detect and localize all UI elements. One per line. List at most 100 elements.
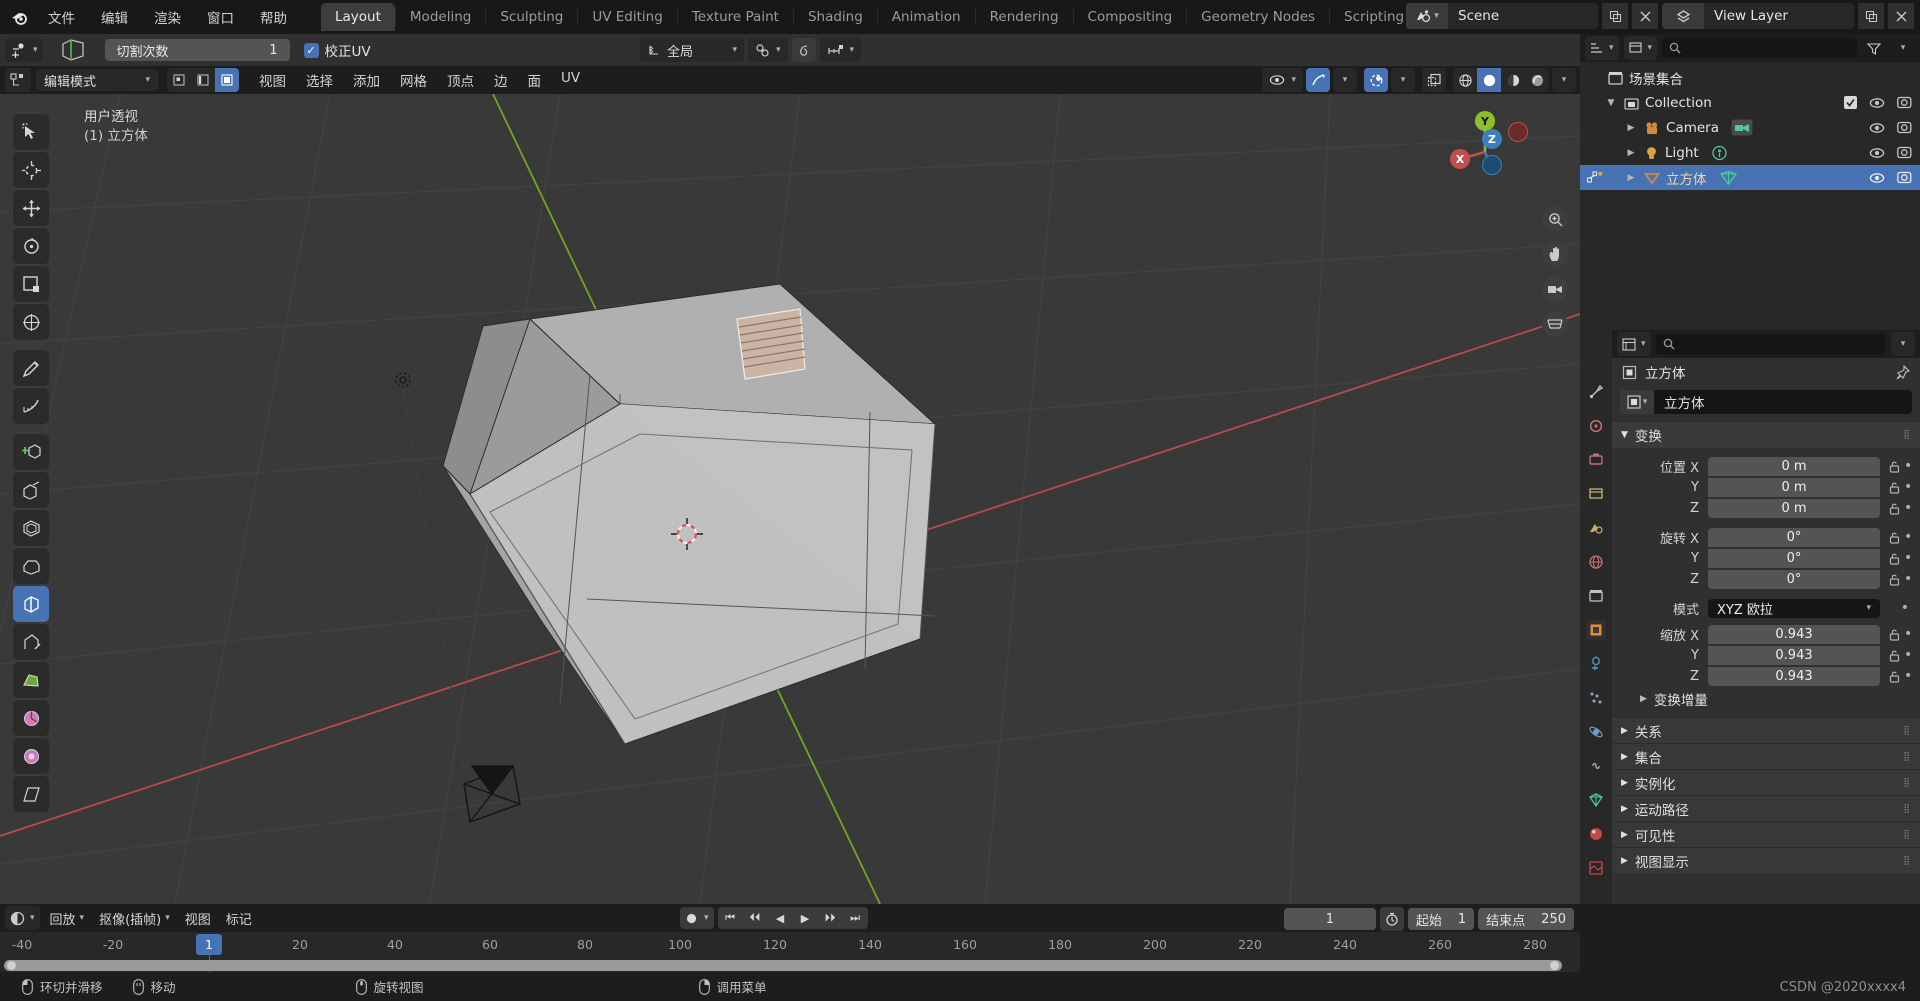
scene-selector[interactable]: ▾ Scene <box>1406 3 1598 29</box>
zoom-view-button[interactable] <box>1542 206 1568 232</box>
disable-in-render-icon[interactable] <box>1897 96 1912 109</box>
menu-file[interactable]: 文件 <box>36 4 87 30</box>
tool-tweak[interactable] <box>13 114 49 150</box>
pin-icon[interactable] <box>1895 364 1910 380</box>
object-name-field[interactable]: ▾ 立方体 <box>1620 390 1912 414</box>
view-layer-selector[interactable]: View Layer <box>1662 3 1854 29</box>
scrollbar-left-knob[interactable] <box>7 961 16 970</box>
menu-mesh[interactable]: 网格 <box>391 67 436 93</box>
gizmo-dropdown[interactable]: ▾ <box>1391 68 1415 92</box>
tab-world[interactable] <box>1586 552 1606 572</box>
relations-panel-header[interactable]: ▶ 关系 ⣿ <box>1612 717 1920 743</box>
blender-logo-icon[interactable] <box>6 4 32 30</box>
start-frame-field[interactable]: 起始 1 <box>1407 908 1475 930</box>
properties-search-input[interactable] <box>1655 334 1886 354</box>
3d-viewport[interactable]: 用户透视 (1) 立方体 Y Z X <box>0 94 1580 904</box>
properties-editor-type-button[interactable]: ▾ <box>1617 332 1651 356</box>
jump-to-start-button[interactable]: ⏮ <box>718 911 743 925</box>
outliner-display-mode[interactable]: ▾ <box>1623 36 1658 60</box>
correct-uv-checkbox[interactable]: ✓ 校正UV <box>303 40 371 60</box>
outliner-row-scene-collection[interactable]: 场景集合 <box>1580 65 1920 90</box>
animate-dot-icon[interactable]: • <box>1904 668 1912 684</box>
mesh-data-icon[interactable] <box>1719 170 1738 186</box>
gizmo-axis-neg-x[interactable] <box>1508 122 1528 142</box>
solid-shading[interactable] <box>1477 68 1501 92</box>
show-gizmo-toggle[interactable] <box>1364 68 1388 92</box>
playhead[interactable]: 1 <box>196 934 222 955</box>
tab-uv-editing[interactable]: UV Editing <box>577 3 676 31</box>
edge-select-mode[interactable] <box>191 68 215 92</box>
drag-handle-icon[interactable]: ⣿ <box>1903 778 1911 788</box>
tool-knife[interactable] <box>13 624 49 660</box>
play-reverse-button[interactable]: ◀ <box>768 912 793 925</box>
keying-dropdown[interactable]: 抠像(插帧) ▾ <box>94 906 175 930</box>
tool-inset[interactable] <box>13 510 49 546</box>
animate-dot-icon[interactable]: • <box>1904 529 1912 545</box>
menu-edit[interactable]: 编辑 <box>89 4 140 30</box>
menu-add[interactable]: 添加 <box>344 67 389 93</box>
material-preview-shading[interactable] <box>1501 68 1525 92</box>
tab-output[interactable] <box>1586 450 1606 470</box>
gizmo-axis-x[interactable]: X <box>1450 149 1470 169</box>
xray-toggle[interactable] <box>1306 68 1330 92</box>
properties-editor[interactable]: ▾ ▾ 立方体 ▾ 立方体 ▼ 变换 ⣿ 位置 X 0 m • Y 0 m • … <box>1580 330 1920 904</box>
tab-material[interactable] <box>1586 824 1606 844</box>
tab-scripting[interactable]: Scripting <box>1329 3 1418 31</box>
menu-uv[interactable]: UV <box>552 67 589 93</box>
tab-particles[interactable] <box>1586 688 1606 708</box>
toggle-perspective-button[interactable] <box>1542 311 1568 337</box>
tab-modeling[interactable]: Modeling <box>394 3 485 31</box>
gizmo-axis-z[interactable]: Z <box>1482 129 1502 149</box>
vertex-select-mode[interactable] <box>167 68 191 92</box>
expand-triangle-icon[interactable]: ▶ <box>1624 173 1638 183</box>
expand-triangle-icon[interactable]: ▶ <box>1624 148 1638 158</box>
timeline-ruler[interactable]: -40 -20 20 40 60 80 100 120 140 160 180 … <box>0 932 1580 975</box>
timeline-marker-menu[interactable]: 标记 <box>221 906 257 930</box>
hide-in-viewport-icon[interactable] <box>1869 97 1885 109</box>
transform-panel-header[interactable]: ▼ 变换 ⣿ <box>1612 422 1920 448</box>
tool-measure[interactable] <box>13 388 49 424</box>
tool-scale[interactable] <box>13 266 49 302</box>
location-x-value[interactable]: 0 m <box>1708 456 1880 476</box>
camera-view-button[interactable] <box>1542 276 1568 302</box>
wireframe-shading[interactable] <box>1453 68 1477 92</box>
collections-panel-header[interactable]: ▶ 集合 ⣿ <box>1612 743 1920 769</box>
outliner-editor-type-button[interactable]: ▾ <box>1585 36 1619 60</box>
object-name-value[interactable]: 立方体 <box>1654 390 1912 414</box>
delete-scene-button[interactable] <box>1632 3 1658 29</box>
animate-dot-icon[interactable]: • <box>1904 647 1912 663</box>
tab-texture-paint[interactable]: Texture Paint <box>676 3 793 31</box>
menu-select[interactable]: 选择 <box>297 67 342 93</box>
navigation-gizmo[interactable]: Y Z X <box>1442 109 1528 195</box>
pan-view-button[interactable] <box>1542 241 1568 267</box>
editor-type-button[interactable] <box>5 68 31 92</box>
gizmo-axis-y[interactable]: Y <box>1475 111 1495 131</box>
tool-add-cube[interactable] <box>13 434 49 470</box>
tool-move[interactable] <box>13 190 49 226</box>
tab-texture[interactable] <box>1586 858 1606 878</box>
scrollbar-right-knob[interactable] <box>1550 961 1559 970</box>
animate-dot-icon[interactable]: • <box>1901 600 1909 616</box>
outliner-row-collection[interactable]: ▼ Collection <box>1580 90 1920 115</box>
tab-scene[interactable] <box>1586 518 1606 538</box>
prev-keyframe-button[interactable]: ⏴⏴ <box>743 911 768 925</box>
shading-dropdown[interactable]: ▾ <box>1552 68 1576 92</box>
use-preview-range-button[interactable] <box>1379 907 1404 931</box>
current-frame-field[interactable]: 1 <box>1283 908 1376 930</box>
rotation-z-value[interactable]: 0° <box>1708 569 1880 589</box>
animate-dot-icon[interactable]: • <box>1904 550 1912 566</box>
disable-in-render-icon[interactable] <box>1897 171 1912 184</box>
location-y-value[interactable]: 0 m <box>1708 477 1880 497</box>
timeline-editor-type-button[interactable]: ▾ <box>5 906 40 930</box>
tool-smooth[interactable] <box>13 738 49 774</box>
tab-sculpting[interactable]: Sculpting <box>485 3 577 31</box>
drag-handle-icon[interactable]: ⣿ <box>1903 856 1911 866</box>
animate-dot-icon[interactable]: • <box>1904 626 1912 642</box>
menu-vertex[interactable]: 顶点 <box>438 67 483 93</box>
animate-dot-icon[interactable]: • <box>1904 458 1912 474</box>
outliner-row-cube[interactable]: ▶ 立方体 <box>1580 165 1920 190</box>
playback-dropdown[interactable]: 回放 ▾ <box>45 906 90 930</box>
drag-handle-icon[interactable]: ⣿ <box>1903 726 1911 736</box>
tab-geometry-nodes[interactable]: Geometry Nodes <box>1186 3 1329 31</box>
visibility-panel-header[interactable]: ▶ 可见性 ⣿ <box>1612 821 1920 847</box>
